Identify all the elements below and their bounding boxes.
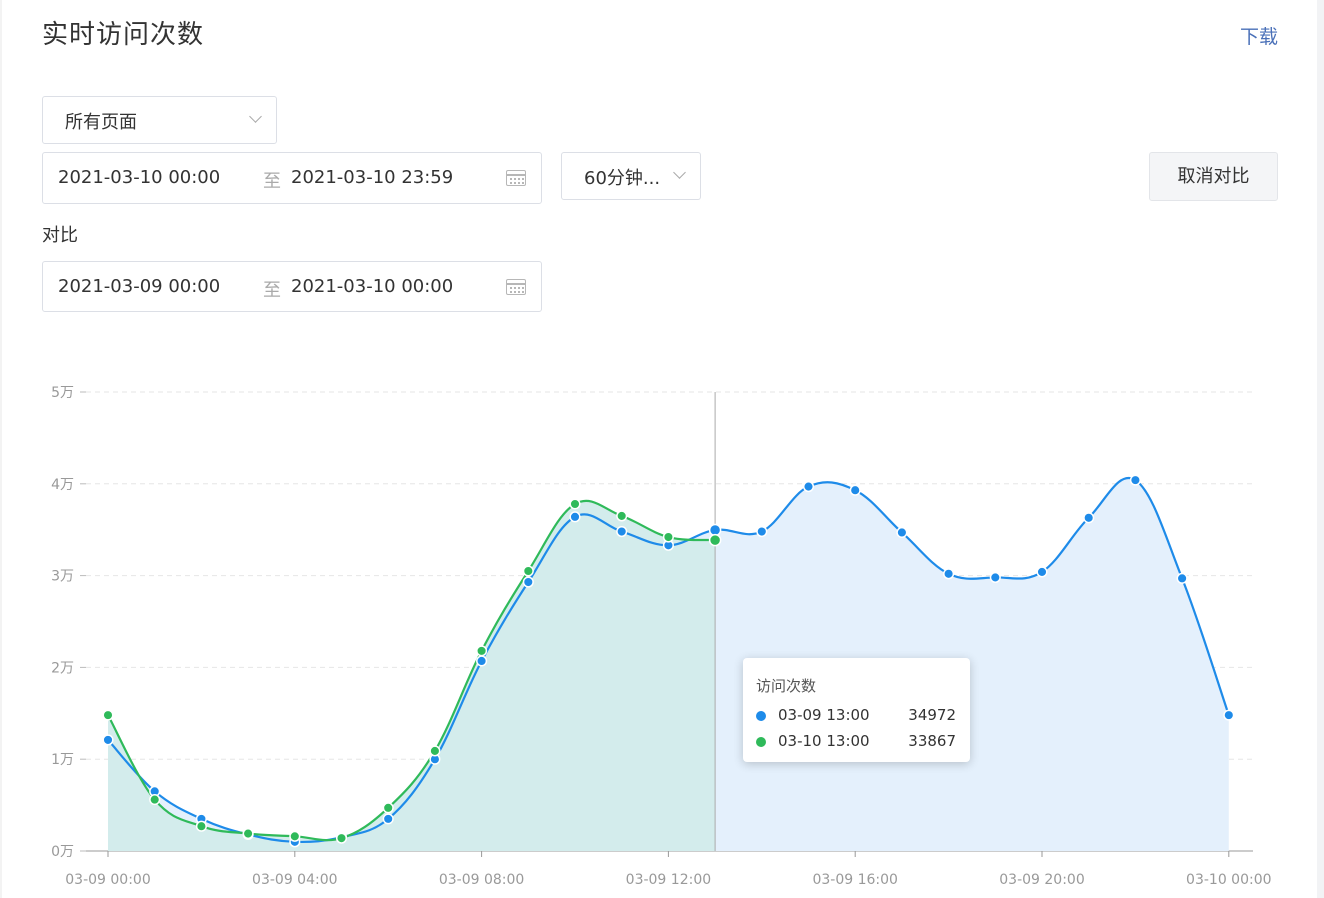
series-compare-point <box>382 802 394 814</box>
series-current-point <box>708 523 722 537</box>
tooltip-row-current: 03-09 13:00 34972 <box>756 706 956 726</box>
tooltip-row-label: 03-09 13:00 <box>778 706 870 724</box>
series-current-marker <box>756 711 766 721</box>
tooltip-row-compare: 03-10 13:00 33867 <box>756 732 956 752</box>
series-current-point <box>849 484 861 496</box>
series-current-point <box>943 568 955 580</box>
series-compare-point <box>522 565 534 577</box>
tooltip-title: 访问次数 <box>756 677 817 695</box>
series-current-point <box>569 511 581 523</box>
series-compare-point <box>569 498 581 510</box>
series-compare-point <box>149 794 161 806</box>
series-compare-point <box>476 645 488 657</box>
series-compare-marker <box>756 737 766 747</box>
y-tick-label: 5万 <box>51 385 74 401</box>
x-tick-label: 03-10 00:00 <box>1186 872 1271 888</box>
series-compare-point <box>102 709 114 721</box>
series-current-point <box>896 526 908 539</box>
series-compare-point <box>662 531 674 543</box>
series-compare-point <box>616 510 628 522</box>
x-tick-label: 03-09 16:00 <box>812 872 897 888</box>
visits-area-chart[interactable]: 0万 1万 2万 3万 4万 5万 03-09 00:00 03-09 04:00 03-09 … <box>0 0 1324 898</box>
series-current-point <box>476 655 488 667</box>
series-current-point <box>616 525 628 538</box>
series-compare-point <box>335 832 348 844</box>
x-tick-label: 03-09 20:00 <box>999 872 1084 888</box>
series-current-point <box>522 576 534 588</box>
y-tick-label: 1万 <box>51 752 74 768</box>
series-current-point <box>802 481 815 493</box>
chart-tooltip: 访问次数 03-09 13:00 34972 03-10 13:00 33867 <box>743 658 970 762</box>
series-compare-point <box>429 745 441 757</box>
series-compare-point <box>195 820 207 832</box>
series-current-point <box>989 571 1001 583</box>
tooltip-row-label: 03-10 13:00 <box>778 732 870 750</box>
y-tick-label: 3万 <box>51 569 74 585</box>
x-tick-label: 03-09 00:00 <box>65 872 150 888</box>
series-current-point <box>102 734 114 746</box>
series-current-point <box>1083 512 1095 524</box>
series-compare-area <box>108 500 716 851</box>
series-compare-point <box>242 828 254 840</box>
tooltip-row-value: 34972 <box>908 706 956 724</box>
y-tick-label: 2万 <box>51 660 74 676</box>
series-current-point <box>756 525 768 538</box>
series-current-point <box>1223 709 1235 721</box>
series-current-point <box>1036 566 1048 578</box>
x-tick-label: 03-09 12:00 <box>626 872 711 888</box>
x-tick-label: 03-09 04:00 <box>252 872 337 888</box>
series-current-point <box>1176 572 1188 584</box>
series-compare-point <box>708 533 722 547</box>
series-current-point <box>1129 474 1141 486</box>
y-tick-label: 4万 <box>51 477 74 493</box>
y-tick-label: 0万 <box>51 844 74 860</box>
tooltip-row-value: 33867 <box>908 732 956 750</box>
series-compare-point <box>289 830 301 842</box>
series-current-point <box>382 813 394 825</box>
x-tick-label: 03-09 08:00 <box>439 872 524 888</box>
